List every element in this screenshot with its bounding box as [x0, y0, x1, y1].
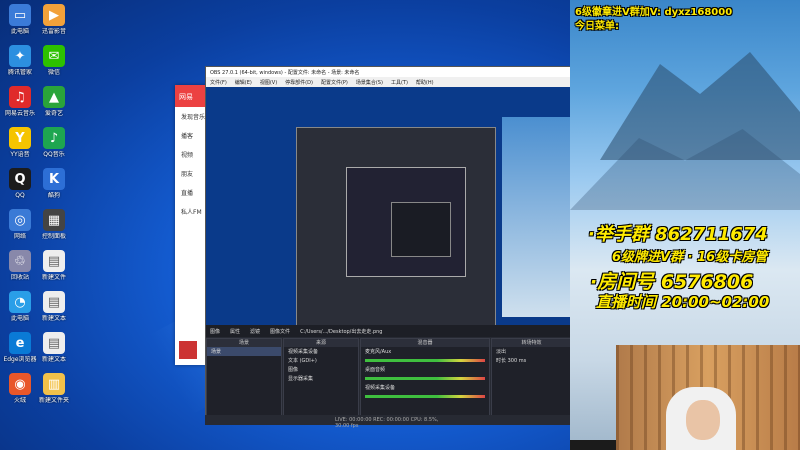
obs-status-bar: LIVE: 00:00:00 REC: 00:00:00 CPU: 8.5%, … — [205, 415, 573, 429]
mixer-channel-label: 视频采集设备 — [365, 385, 396, 391]
volume-meter[interactable] — [365, 377, 485, 380]
menu-edit[interactable]: 编辑(E) — [235, 79, 252, 86]
desktop-app-icon: ◎ — [9, 209, 31, 231]
desktop-icon[interactable]: ▲ 爱奇艺 — [34, 86, 74, 126]
streamer-face — [686, 400, 720, 440]
desktop-icon-label: QQ音乐 — [43, 151, 65, 158]
overlay-vip-rule: 6级牌进V群 · 16级卡房管 — [612, 250, 768, 265]
desktop-icon[interactable]: ✉ 微信 — [34, 45, 74, 85]
desktop-icon[interactable]: ▦ 控制面板 — [34, 209, 74, 249]
mixer-channel-label: 麦克风/Aux — [365, 349, 392, 355]
toolbar-image-file: 图像文件 — [270, 329, 291, 335]
toolbar-properties[interactable]: 属性 — [230, 328, 240, 335]
desktop-app-icon: ▦ — [43, 209, 65, 231]
source-item[interactable]: 文本 (GDI+) — [284, 356, 358, 365]
desktop-app-icon: ♪ — [43, 127, 65, 149]
transitions-title: 转场特效 — [492, 339, 571, 347]
menu-view[interactable]: 视图(V) — [260, 79, 277, 86]
desktop-icon-label: 新建文本 — [41, 356, 66, 363]
obs-menubar: 文件(F) 编辑(E) 视图(V) 停靠部件(D) 配置文件(P) 场景集合(S… — [206, 77, 572, 87]
desktop-app-icon: ◔ — [9, 291, 31, 313]
menu-help[interactable]: 帮助(H) — [416, 79, 434, 86]
menu-file[interactable]: 文件(F) — [210, 79, 227, 86]
overlay-room-number: ·房间号 6576806 — [590, 271, 754, 293]
overlay-menu-text: 今日菜单: — [575, 21, 619, 32]
desktop-app-icon: K — [43, 168, 65, 190]
overlay-v-group-text: 6级徽章进V群加V: dyxz168000 — [575, 7, 733, 18]
desktop-icon[interactable]: K 酷狗 — [34, 168, 74, 208]
album-art — [179, 341, 197, 359]
desktop-icon-label: 控制面板 — [41, 233, 66, 240]
desktop-app-icon: ▶ — [43, 4, 65, 26]
desktop-icon-label: 新建文件 — [41, 274, 66, 281]
desktop-icon-label: 新建文件夹 — [38, 397, 69, 404]
desktop-icon[interactable]: ▤ 新建文本 — [34, 291, 74, 331]
desktop-app-icon: e — [9, 332, 31, 354]
desktop-icon-label: 酷狗 — [47, 192, 60, 199]
mountain-bg — [600, 52, 800, 160]
menu-tools[interactable]: 工具(T) — [391, 79, 408, 86]
desktop-app-icon: ▤ — [43, 332, 65, 354]
desktop-app-icon: ◉ — [9, 373, 31, 395]
desktop-app-icon: ▭ — [9, 4, 31, 26]
desktop-app-icon: ✦ — [9, 45, 31, 67]
desktop-icon-label: 迅雷影音 — [41, 28, 66, 35]
desktop-app-icon: ♫ — [9, 86, 31, 108]
obs-title: OBS 27.0.1 (64-bit, windows) - 配置文件: 未命名… — [206, 67, 572, 77]
desktop-app-icon: ▥ — [43, 373, 65, 395]
overlay-stream-time: 直播时间 20:00~02:00 — [596, 293, 770, 311]
toolbar-filters[interactable]: 滤镜 — [250, 328, 260, 335]
desktop-app-icon: ▤ — [43, 291, 65, 313]
webcam-feed — [616, 345, 800, 450]
mixer-channel-label: 桌面音频 — [365, 367, 386, 373]
volume-meter[interactable] — [365, 359, 485, 362]
nested-panel — [502, 117, 572, 317]
nested-preview — [391, 202, 451, 257]
menu-docks[interactable]: 停靠部件(D) — [285, 79, 313, 86]
source-item[interactable]: 显示器采集 — [284, 374, 358, 383]
obs-source-toolbar: 图像 属性 滤镜 图像文件 C:/Users/.../Desktop/出去走走.… — [206, 325, 572, 337]
desktop-icon[interactable]: ▤ 新建文件 — [34, 250, 74, 290]
desktop-app-icon: Q — [9, 168, 31, 190]
desktop-icon[interactable]: ▤ 新建文本 — [34, 332, 74, 372]
toolbar-source-name: 图像 — [210, 329, 221, 335]
desktop-icon[interactable]: ▶ 迅雷影音 — [34, 4, 74, 44]
desktop-icon-label: 爱奇艺 — [44, 110, 63, 117]
desktop-app-icon: ✉ — [43, 45, 65, 67]
toolbar-path: C:/Users/.../Desktop/出去走走.png — [300, 329, 383, 335]
scenes-title: 场景 — [207, 339, 281, 347]
volume-meter[interactable] — [365, 395, 485, 398]
desktop-app-icon: ▤ — [43, 250, 65, 272]
mixer-title: 混音器 — [361, 339, 489, 347]
desktop-icon-label: 新建文本 — [41, 315, 66, 322]
obs-preview[interactable] — [206, 87, 572, 325]
scene-item[interactable]: 场景 — [207, 347, 281, 356]
transition-duration[interactable]: 时长 300 ms — [492, 356, 571, 365]
overlay-group-number: ·举手群 862711674 — [588, 224, 768, 245]
source-item[interactable]: 图像 — [284, 365, 358, 374]
taskbar-fragment — [570, 440, 616, 450]
transitions-dock[interactable]: 转场特效 淡出 时长 300 ms — [491, 338, 572, 418]
sources-dock[interactable]: 来源 视频采集设备 文本 (GDI+) 图像 显示器采集 — [283, 338, 359, 418]
obs-window[interactable]: OBS 27.0.1 (64-bit, windows) - 配置文件: 未命名… — [205, 66, 573, 421]
desktop-icon[interactable]: ▥ 新建文件夹 — [34, 373, 74, 413]
desktop-icon-label: 微信 — [47, 69, 60, 76]
mixer-dock[interactable]: 混音器 麦克风/Aux 桌面音频 视频采集设备 — [360, 338, 490, 418]
desktop-icon[interactable]: ♪ QQ音乐 — [34, 127, 74, 167]
menu-scene-collection[interactable]: 场景集合(S) — [356, 79, 383, 86]
desktop-app-icon: ▲ — [43, 86, 65, 108]
menu-profile[interactable]: 配置文件(P) — [321, 79, 348, 86]
transition-select[interactable]: 淡出 — [492, 347, 571, 356]
scenes-dock[interactable]: 场景 场景 — [206, 338, 282, 418]
desktop-app-icon: ♲ — [9, 250, 31, 272]
source-item[interactable]: 视频采集设备 — [284, 347, 358, 356]
desktop-app-icon: Y — [9, 127, 31, 149]
sources-title: 来源 — [284, 339, 358, 347]
